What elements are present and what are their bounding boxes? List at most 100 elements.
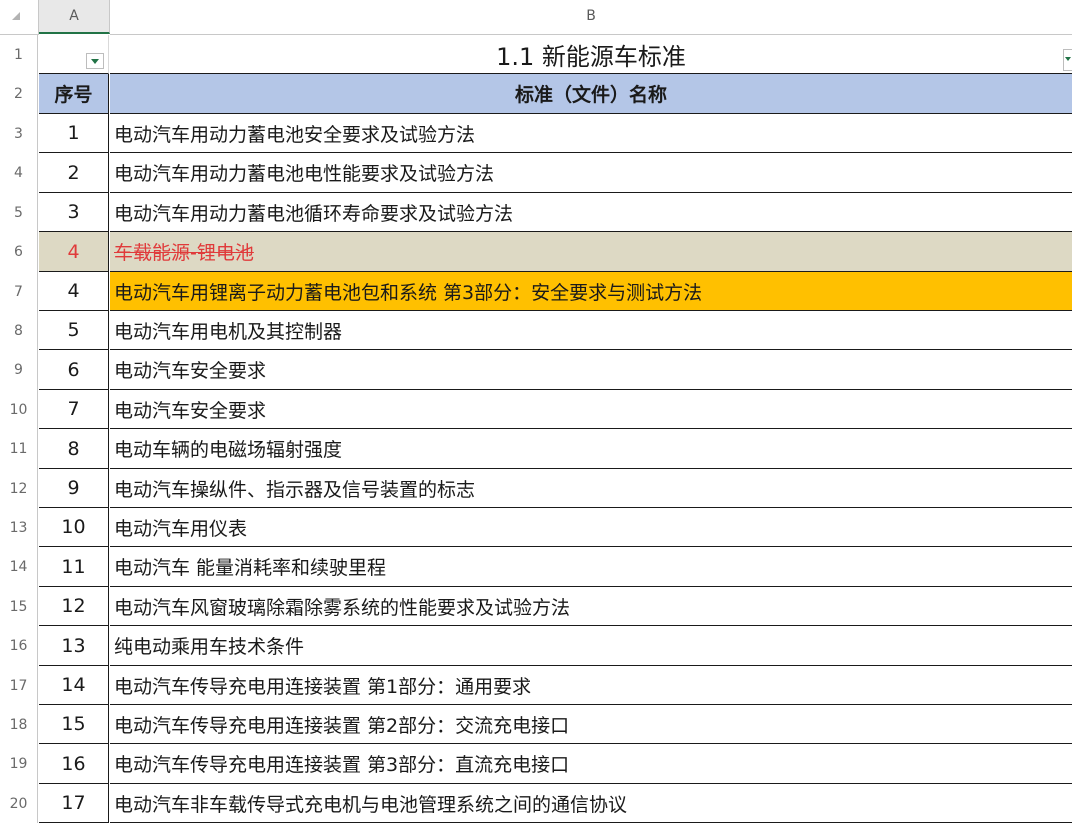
cell-seq-no[interactable]: 16 [39, 744, 109, 784]
row-number[interactable]: 16 [0, 626, 38, 666]
filter-dropdown-button-b[interactable] [1063, 49, 1072, 71]
select-all-corner[interactable] [0, 0, 39, 35]
row-number[interactable]: 6 [0, 232, 38, 272]
standard-name-text: 电动汽车操纵件、指示器及信号装置的标志 [114, 478, 476, 501]
filter-dropdown-button[interactable] [86, 53, 104, 69]
cell-seq-no[interactable]: 4 [39, 272, 109, 311]
row-number[interactable]: 10 [0, 390, 38, 429]
header-name-label: 标准（文件）名称 [514, 84, 667, 106]
cell-standard-name[interactable]: 电动汽车 能量消耗率和续驶里程 [110, 547, 1072, 587]
select-all-icon [12, 12, 20, 20]
row-number[interactable]: 15 [0, 587, 38, 626]
row-number[interactable]: 14 [0, 547, 38, 587]
cell-standard-name[interactable]: 纯电动乘用车技术条件 [110, 626, 1072, 666]
table-row: 20 17 电动汽车非车载传导式充电机与电池管理系统之间的通信协议 [0, 784, 1072, 823]
cell-seq-no[interactable]: 13 [39, 626, 109, 666]
sheet-title: 1.1 新能源车标准 [496, 42, 686, 71]
cell-standard-name[interactable]: 电动汽车非车载传导式充电机与电池管理系统之间的通信协议 [110, 784, 1072, 823]
cell-seq-no[interactable]: 7 [39, 390, 109, 429]
row-number[interactable]: 7 [0, 272, 38, 311]
table-row: 6 4 车载能源-锂电池 [0, 232, 1072, 272]
table-row: 7 4 电动汽车用锂离子动力蓄电池包和系统 第3部分：安全要求与测试方法 [0, 272, 1072, 311]
cell-standard-name[interactable]: 车载能源-锂电池 [110, 232, 1072, 272]
cell-seq-no[interactable]: 1 [39, 114, 109, 153]
table-row: 10 7 电动汽车安全要求 [0, 390, 1072, 429]
cell-standard-name[interactable]: 电动汽车传导充电用连接装置 第1部分：通用要求 [110, 666, 1072, 705]
row-number[interactable]: 12 [0, 469, 38, 508]
spreadsheet: A B 1 1.1 新能源车标准 2 序号 标准（文件）名称 3 1 电动汽车用动力… [0, 0, 1072, 823]
row-number[interactable]: 17 [0, 666, 38, 705]
standard-name-text: 电动汽车用锂离子动力蓄电池包和系统 第3部分：安全要求与测试方法 [114, 281, 703, 304]
cell-seq-no[interactable]: 6 [39, 350, 109, 390]
row-number[interactable]: 2 [0, 74, 38, 114]
cell-standard-name[interactable]: 电动汽车风窗玻璃除霜除雾系统的性能要求及试验方法 [110, 587, 1072, 626]
cell-standard-name[interactable]: 电动汽车用动力蓄电池循环寿命要求及试验方法 [110, 193, 1072, 232]
table-row: 13 10 电动汽车用仪表 [0, 508, 1072, 547]
cell-seq-no[interactable]: 3 [39, 193, 109, 232]
cell-seq-no[interactable]: 9 [39, 469, 109, 508]
standard-name-text: 电动汽车 能量消耗率和续驶里程 [114, 557, 387, 579]
standard-name-text: 电动车辆的电磁场辐射强度 [114, 439, 343, 461]
cell-standard-name[interactable]: 电动车辆的电磁场辐射强度 [110, 429, 1072, 469]
cell-seq-no[interactable]: 17 [39, 784, 109, 823]
cell-standard-name[interactable]: 电动汽车用电机及其控制器 [110, 311, 1072, 350]
row-number[interactable]: 4 [0, 153, 38, 193]
row-number[interactable]: 20 [0, 784, 38, 823]
row-number[interactable]: 9 [0, 350, 38, 390]
standard-name-text: 电动汽车安全要求 [114, 399, 267, 422]
header-cell-no[interactable]: 序号 [39, 74, 109, 114]
cell-seq-no[interactable]: 11 [39, 547, 109, 587]
cell-standard-name[interactable]: 电动汽车用锂离子动力蓄电池包和系统 第3部分：安全要求与测试方法 [110, 272, 1072, 311]
column-label-a: A [69, 8, 79, 24]
standard-name-text: 电动汽车用仪表 [114, 517, 248, 540]
cell-seq-no[interactable]: 14 [39, 666, 109, 705]
cell-standard-name[interactable]: 电动汽车操纵件、指示器及信号装置的标志 [110, 469, 1072, 508]
row-number[interactable]: 18 [0, 705, 38, 744]
standard-name-text: 电动汽车用电机及其控制器 [114, 320, 343, 343]
standard-name-text: 电动汽车传导充电用连接装置 第1部分：通用要求 [114, 675, 532, 698]
column-label-b: B [586, 8, 596, 24]
chevron-down-icon [1065, 57, 1071, 61]
cell-seq-no[interactable]: 10 [39, 508, 109, 547]
header-cell-name[interactable]: 标准（文件）名称 [110, 74, 1072, 114]
standard-name-text: 纯电动乘用车技术条件 [114, 636, 305, 658]
cell-seq-no[interactable]: 15 [39, 705, 109, 744]
table-row: 19 16 电动汽车传导充电用连接装置 第3部分：直流充电接口 [0, 744, 1072, 784]
cell-standard-name[interactable]: 电动汽车用动力蓄电池电性能要求及试验方法 [110, 153, 1072, 193]
column-header-a[interactable]: A [39, 0, 110, 34]
table-row: 4 2 电动汽车用动力蓄电池电性能要求及试验方法 [0, 153, 1072, 193]
row-number[interactable]: 1 [0, 35, 38, 74]
standard-name-text: 电动汽车用动力蓄电池安全要求及试验方法 [114, 123, 476, 146]
cell-standard-name[interactable]: 电动汽车传导充电用连接装置 第2部分：交流充电接口 [110, 705, 1072, 744]
cell-standard-name[interactable]: 电动汽车传导充电用连接装置 第3部分：直流充电接口 [110, 744, 1072, 784]
standard-name-text: 电动汽车风窗玻璃除霜除雾系统的性能要求及试验方法 [114, 596, 571, 619]
standard-name-text: 电动汽车传导充电用连接装置 第3部分：直流充电接口 [114, 754, 570, 776]
sheet-row: 1 1.1 新能源车标准 [0, 35, 1072, 74]
row-number[interactable]: 19 [0, 744, 38, 784]
standard-name-text: 电动汽车用动力蓄电池循环寿命要求及试验方法 [114, 202, 514, 225]
cell-standard-name[interactable]: 电动汽车安全要求 [110, 350, 1072, 390]
cell-seq-no[interactable]: 5 [39, 311, 109, 350]
cell-seq-no[interactable]: 2 [39, 153, 109, 193]
table-row: 12 9 电动汽车操纵件、指示器及信号装置的标志 [0, 469, 1072, 508]
cell-standard-name[interactable]: 电动汽车用动力蓄电池安全要求及试验方法 [110, 114, 1072, 153]
title-cell[interactable]: 1.1 新能源车标准 [110, 35, 1072, 74]
cell-seq-no[interactable]: 8 [39, 429, 109, 469]
row-number[interactable]: 3 [0, 114, 38, 153]
cell-seq-no[interactable]: 4 [39, 232, 109, 272]
header-row: 2 序号 标准（文件）名称 [0, 74, 1072, 114]
table-row: 5 3 电动汽车用动力蓄电池循环寿命要求及试验方法 [0, 193, 1072, 232]
row-number[interactable]: 11 [0, 429, 38, 469]
row-number[interactable]: 8 [0, 311, 38, 350]
row-number[interactable]: 5 [0, 193, 38, 232]
cell-a1[interactable] [39, 35, 109, 74]
cell-standard-name[interactable]: 电动汽车安全要求 [110, 390, 1072, 429]
cell-seq-no[interactable]: 12 [39, 587, 109, 626]
table-row: 16 13 纯电动乘用车技术条件 [0, 626, 1072, 666]
standard-name-text: 电动汽车用动力蓄电池电性能要求及试验方法 [114, 163, 495, 185]
column-header-b[interactable]: B [110, 0, 1072, 35]
row-number[interactable]: 13 [0, 508, 38, 547]
cell-standard-name[interactable]: 电动汽车用仪表 [110, 508, 1072, 547]
table-row: 8 5 电动汽车用电机及其控制器 [0, 311, 1072, 350]
chevron-down-icon [91, 59, 99, 64]
